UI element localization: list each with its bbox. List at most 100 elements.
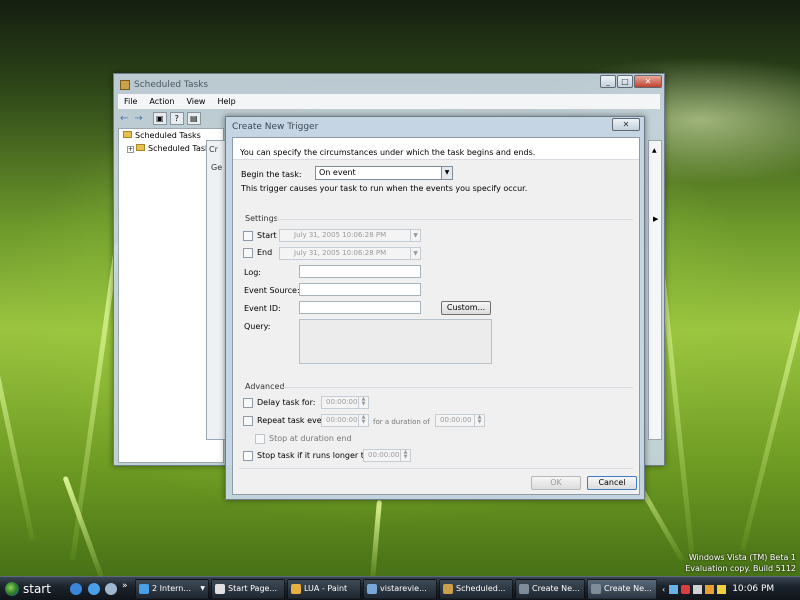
quicklaunch-ie-icon[interactable]: [88, 583, 100, 595]
clock[interactable]: 10:06 PM: [732, 584, 774, 594]
stop-duration-checkbox[interactable]: [255, 434, 265, 444]
menu-view[interactable]: View: [180, 97, 211, 106]
paint-icon: [291, 584, 301, 594]
intro-band: You can specify the circumstances under …: [233, 138, 639, 160]
settings-divider: [275, 219, 633, 220]
center-pane: Cr Ge: [206, 140, 226, 440]
start-datetime[interactable]: July 31, 2005 10:06:28 PM ▼: [279, 229, 421, 242]
intro-text: You can specify the circumstances under …: [240, 148, 536, 157]
forward-icon[interactable]: →: [134, 113, 142, 124]
repeat-checkbox[interactable]: [243, 416, 253, 426]
stop-duration-label: Stop at duration end: [269, 434, 352, 443]
quicklaunch-media-icon[interactable]: [105, 583, 117, 595]
create-trigger-dialog: Create New Trigger ✕ You can specify the…: [225, 116, 645, 500]
cancel-button[interactable]: Cancel: [587, 476, 637, 490]
folder-icon: [123, 131, 132, 138]
duration-label: for a duration of: [373, 418, 430, 426]
delay-spinner[interactable]: 00:00:00 ▲ ▼: [321, 396, 369, 409]
stop-longer-spinner[interactable]: 00:00:00 ▲ ▼: [363, 449, 411, 462]
actions-pane: ▶ ▲: [648, 140, 662, 440]
update-icon[interactable]: [705, 584, 715, 594]
menu-action[interactable]: Action: [143, 97, 180, 106]
taskbar: start » 2 Intern... ▼ Start Page... LUA -…: [0, 576, 800, 600]
taskbar-item-create-new-1[interactable]: Create Ne...: [515, 579, 585, 599]
footer-divider: [239, 468, 633, 469]
event-id-input[interactable]: [299, 301, 421, 314]
custom-button[interactable]: Custom...: [441, 301, 491, 315]
tray-expand-icon[interactable]: ‹: [662, 585, 665, 594]
begin-task-label: Begin the task:: [241, 170, 302, 179]
close-button[interactable]: ✕: [634, 75, 662, 88]
show-hide-tree-icon[interactable]: ▣: [152, 111, 167, 125]
power-icon[interactable]: [717, 584, 727, 594]
start-button[interactable]: start: [0, 578, 62, 600]
app-icon: [120, 80, 130, 90]
minimize-button[interactable]: _: [600, 75, 616, 88]
watermark-line-2: Evaluation copy. Build 5112: [685, 564, 796, 573]
menu-help[interactable]: Help: [211, 97, 241, 106]
window-title: Scheduled Tasks: [134, 80, 209, 90]
vista-watermark: Windows Vista (TM) Beta 1 Evaluation cop…: [685, 552, 796, 574]
expand-right-icon[interactable]: ▶: [653, 215, 658, 223]
toolbar: ← → ▣ ? ▤: [120, 110, 204, 126]
group-dropdown-icon[interactable]: ▼: [200, 580, 205, 598]
end-date-dropdown-icon[interactable]: ▼: [410, 248, 420, 259]
end-datetime[interactable]: July 31, 2005 10:06:28 PM ▼: [279, 247, 421, 260]
event-id-label: Event ID:: [244, 304, 281, 313]
menu-bar: File Action View Help: [118, 94, 660, 109]
event-source-input[interactable]: [299, 283, 421, 296]
scheduled-tasks-titlebar[interactable]: Scheduled Tasks: [114, 74, 664, 96]
spinner-arrows-icon[interactable]: ▲ ▼: [358, 415, 368, 426]
begin-task-select[interactable]: On event ▼: [315, 166, 453, 180]
dialog-content: You can specify the circumstances under …: [232, 137, 640, 495]
dialog-titlebar[interactable]: Create New Trigger: [226, 117, 644, 137]
begin-task-value: On event: [319, 168, 356, 177]
tab-stub[interactable]: Cr: [209, 145, 218, 154]
repeat-spinner[interactable]: 00:00:00 ▲ ▼: [321, 414, 369, 427]
start-label: Start: [257, 231, 277, 240]
taskbar-item-paint[interactable]: LUA - Paint: [287, 579, 361, 599]
ok-button[interactable]: OK: [531, 476, 581, 490]
taskbar-item-create-new-2[interactable]: Create Ne...: [587, 579, 657, 599]
quicklaunch-explorer-icon[interactable]: [70, 583, 82, 595]
document-icon: [215, 584, 225, 594]
help-icon[interactable]: ?: [169, 111, 184, 125]
taskbar-item-internet[interactable]: 2 Intern... ▼: [135, 579, 209, 599]
quicklaunch-more-icon[interactable]: »: [122, 581, 128, 591]
log-input[interactable]: [299, 265, 421, 278]
spinner-arrows-icon[interactable]: ▲ ▼: [358, 397, 368, 408]
menu-file[interactable]: File: [118, 97, 143, 106]
end-checkbox[interactable]: [243, 248, 253, 258]
window-icon: [591, 584, 601, 594]
end-label: End: [257, 248, 273, 257]
action-pane-icon[interactable]: ▤: [186, 111, 201, 125]
volume-icon[interactable]: [693, 584, 703, 594]
taskbar-item-vistarevie[interactable]: vistarevie...: [363, 579, 437, 599]
folder-icon: [136, 144, 145, 151]
query-textbox[interactable]: [299, 319, 492, 364]
back-icon[interactable]: ←: [120, 113, 128, 124]
start-date-dropdown-icon[interactable]: ▼: [410, 230, 420, 241]
dialog-title: Create New Trigger: [232, 122, 319, 132]
stop-longer-checkbox[interactable]: [243, 451, 253, 461]
collapse-up-icon[interactable]: ▲: [652, 147, 657, 154]
log-label: Log:: [244, 268, 261, 277]
taskbar-item-start-page[interactable]: Start Page...: [211, 579, 285, 599]
scheduler-icon: [443, 584, 453, 594]
column-stub: Ge: [211, 163, 223, 172]
spinner-arrows-icon[interactable]: ▲ ▼: [400, 450, 410, 461]
tree-item-root[interactable]: Scheduled Tasks: [123, 131, 201, 140]
tree-item-child[interactable]: + Scheduled Tasks: [127, 144, 214, 153]
chevron-down-icon[interactable]: ▼: [441, 167, 452, 179]
watermark-line-1: Windows Vista (TM) Beta 1: [688, 553, 796, 562]
taskbar-item-scheduled[interactable]: Scheduled...: [439, 579, 513, 599]
delay-checkbox[interactable]: [243, 398, 253, 408]
security-icon[interactable]: [681, 584, 691, 594]
maximize-button[interactable]: □: [617, 75, 633, 88]
duration-spinner[interactable]: 00:00:00 ▲ ▼: [435, 414, 485, 427]
start-checkbox[interactable]: [243, 231, 253, 241]
network-icon[interactable]: [669, 584, 679, 594]
spinner-arrows-icon[interactable]: ▲ ▼: [474, 415, 484, 426]
dialog-close-button[interactable]: ✕: [612, 118, 640, 131]
event-source-label: Event Source:: [244, 286, 300, 295]
